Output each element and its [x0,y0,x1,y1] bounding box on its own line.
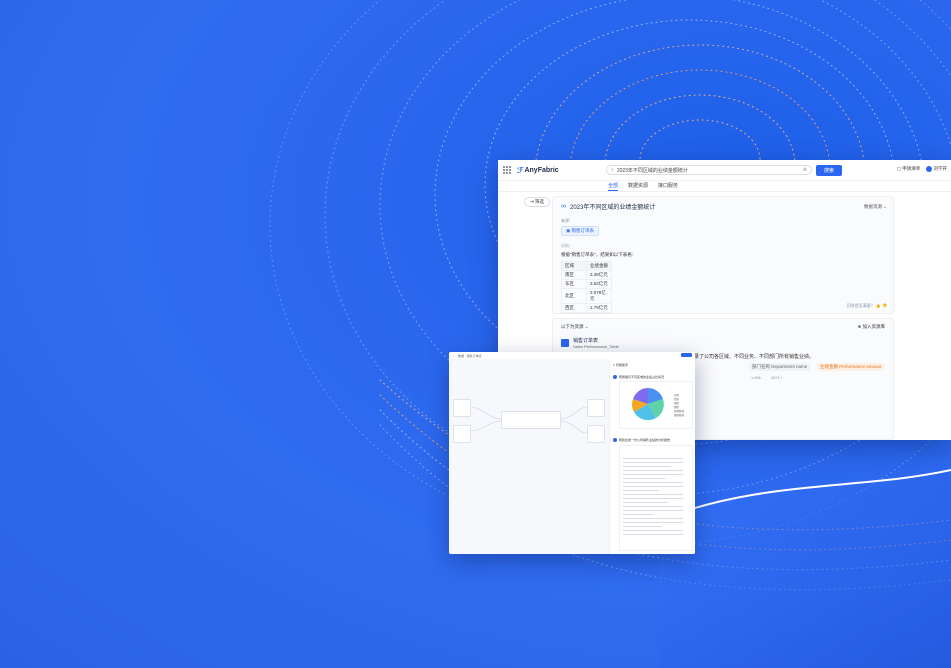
asset-name[interactable]: 销售订单表 [573,337,598,344]
source-label: 来源： [561,218,573,223]
request-list-label: 申请清单 [902,166,921,172]
user-menu[interactable]: 刘学开 [926,166,947,172]
ai-icon: ∞ [561,203,566,210]
pie-legend: 东区 北区 南区 西区 其他区域 国外区域 [674,394,684,418]
save-button[interactable] [681,353,692,357]
thumbs-up-icon[interactable]: 👍 [876,303,881,308]
pie-chart-card: 东区 北区 南区 西区 其他区域 国外区域 [619,381,693,429]
brand-logo[interactable]: ℱ AnyFabric [517,166,559,175]
table-cell: 3.38亿元 [586,270,612,280]
result-tabs: 全部 数据资源 接口服务 [498,181,951,192]
filter-button[interactable]: ⇥ 筛选 [524,197,551,207]
report-answer-card [619,445,693,551]
chat-question-text: 帮我生成一份公司销售业绩的分析报告 [619,438,671,442]
asset-english-name: Sales Performance_Table [573,344,619,349]
report-text-lines [623,458,683,538]
ai-answer-card: ∞ 2023年不同区域的业绩金额统计 数据资源 ⌄ 来源： ▣ 销售订单表 分析… [552,196,894,314]
add-to-library-label: 加入资源库 [862,324,886,329]
brand-name: AnyFabric [524,166,559,174]
answer-title: ∞ 2023年不同区域的业绩金额统计 [561,202,655,211]
field-tag[interactable]: 部门名称 Department name [749,363,811,371]
join-node[interactable] [501,411,561,429]
result-heading: 以下为资源 ⌄ [561,324,589,329]
filter-label: 筛选 [535,199,545,204]
user-name: 刘学开 [933,166,948,172]
search-icon: ⌕ [611,167,614,173]
model-canvas[interactable] [449,359,609,554]
top-bar: ℱ AnyFabric ⌕ 2023年不同区域的业绩金额统计 ⊗ 搜索 ▢ 申请… [498,160,951,181]
category-select[interactable]: 数据资源 ⌄ [864,204,887,210]
thumbs-down-icon[interactable]: 👎 [882,303,887,308]
top-right-actions: ▢ 申请清单 刘学开 [897,166,947,172]
assistant-title-text: 智能助手 [615,363,628,367]
result-table: 区域 业绩金额 南区 3.38亿元 东区 3.52亿元 北区 3.078亿元 西区 1.… [561,261,612,313]
app-grid-icon[interactable] [503,166,511,174]
asset-description: 本表记录了公司各区域、不同业务、不同部门所有销售业绩。 [679,353,814,360]
legend-item: 国外区域 [674,414,685,417]
answer-title-text: 2023年不同区域的业绩金额统计 [570,205,656,211]
table-header-row: 区域 业绩金额 [561,261,612,271]
views-count: 1.89k [751,375,761,380]
tab-all[interactable]: 全部 [608,181,619,191]
output-node[interactable] [587,399,605,417]
search-value: 2023年不同区域的业绩金额统计 [616,167,688,174]
logo-icon: ℱ [517,165,524,175]
chat-question-text: 帮我展示不同区域的业绩占比情况 [619,375,665,379]
table-row: 南区 3.38亿元 [561,270,612,280]
source-chip[interactable]: ▣ 销售订单表 [561,226,600,236]
table-row: 东区 3.52亿元 [561,279,612,289]
feedback-label: 回答是否满意？ [846,303,875,308]
table-cell: 南区 [561,270,587,280]
output-node[interactable] [587,425,605,443]
table-cell: 3.078亿元 [586,288,612,304]
search-button[interactable]: 搜索 [816,165,842,176]
source-chip-label: 销售订单表 [571,228,595,233]
source-node[interactable] [453,425,471,443]
table-cell: 3.52亿元 [586,279,612,289]
table-header: 业绩金额 [586,261,612,271]
analysis-sentence: 根据"销售订单表"，结果如以下表格： [561,252,637,257]
tab-api-services[interactable]: 接口服务 [658,181,678,191]
avatar [613,438,617,442]
back-icon[interactable]: ‹ [453,354,454,358]
chat-question: 帮我生成一份公司销售业绩的分析报告 [613,438,670,442]
table-cell: 北区 [561,288,587,304]
category-select-value: 数据资源 [863,204,882,209]
table-header: 区域 [561,261,587,271]
avatar [926,166,933,172]
table-cell: 西区 [561,303,587,313]
table-icon [561,339,569,347]
table-cell: 东区 [561,279,587,289]
feedback-row: 回答是否满意？ 👍 👎 [847,303,887,309]
table-row: 北区 3.078亿元 [561,288,612,304]
analysis-label: 分析： [561,243,573,248]
assistant-title: ∞ 智能助手 [613,363,628,367]
search-input[interactable]: ⌕ 2023年不同区域的业绩金额统计 ⊗ [606,165,812,175]
editor-title: 数据 · 销售订单表 [458,353,482,358]
model-editor-window: ‹ 数据 · 销售订单表 ∞ 智能助手 帮我展示不同区域的业绩占比情况 东区 北… [449,352,695,554]
avatar [613,375,617,379]
canvas-connectors [468,406,588,434]
add-to-library-button[interactable]: ⊕ 加入资源库 [857,324,885,330]
tab-data-resources[interactable]: 数据资源 [628,181,648,191]
source-node[interactable] [453,399,471,417]
clear-icon[interactable]: ⊗ [803,167,807,173]
chat-question: 帮我展示不同区域的业绩占比情况 [613,375,664,379]
field-tag-highlight[interactable]: 业绩金额 Performance amount [817,363,885,371]
table-row: 西区 1.79亿元 [561,303,612,313]
table-cell: 1.79亿元 [586,303,612,313]
result-heading-text: 以下为资源 [561,324,584,329]
downloads-count: 3871+ [771,375,783,380]
asset-description-text: 本表记录了公司各区域、不同业务、不同部门所有销售业绩。 [679,354,815,360]
request-list-link[interactable]: ▢ 申请清单 [897,166,921,172]
assistant-panel: ∞ 智能助手 帮我展示不同区域的业绩占比情况 东区 北区 南区 西区 其他区域 … [609,359,695,554]
